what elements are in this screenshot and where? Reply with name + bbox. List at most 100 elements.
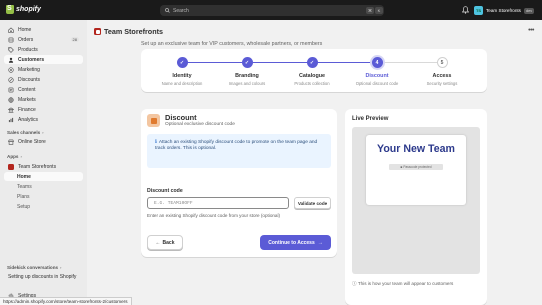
step-access[interactable]: 5 Access Security settings bbox=[406, 57, 478, 86]
info-banner: ℹ Attach an existing Shopify discount cod… bbox=[147, 134, 331, 168]
step-catalogue[interactable]: ✓ Catalogue Products collection bbox=[276, 57, 348, 86]
store-switcher[interactable]: TS Team Storefronts dev bbox=[474, 5, 537, 16]
sidekick-header[interactable]: Sidekick conversations › bbox=[7, 265, 61, 270]
step-number: 5 bbox=[436, 57, 448, 68]
step-title: Access bbox=[432, 73, 452, 79]
sidebar-item-label: Finance bbox=[18, 106, 36, 113]
info-text: Attach an existing Shopify discount code… bbox=[155, 140, 318, 152]
sidebar-item-content[interactable]: Content bbox=[4, 85, 83, 94]
sidebar-item-label: Team Storefronts bbox=[18, 163, 57, 170]
preview-heading: Your New Team bbox=[377, 143, 455, 155]
step-discount[interactable]: 4 Discount Optional discount code bbox=[341, 57, 413, 86]
storefront-icon bbox=[8, 139, 14, 145]
discount-icon bbox=[147, 114, 160, 127]
search-placeholder: Search bbox=[173, 7, 189, 14]
status-bar-url: https://admin.shopify.com/store/team-sto… bbox=[0, 297, 132, 305]
more-actions-icon[interactable]: ••• bbox=[528, 27, 534, 34]
sidebar-item-label: Markets bbox=[18, 96, 36, 103]
sidebar-item-label: Home bbox=[18, 26, 32, 33]
sidebar-item-team-storefronts[interactable]: Team Storefronts bbox=[4, 162, 83, 171]
sidebar: Home Orders 28 Products Customers Market… bbox=[0, 20, 87, 305]
step-title: Branding bbox=[235, 73, 259, 79]
step-subtitle: Name and description bbox=[161, 80, 203, 86]
sales-channels-label: Sales channels bbox=[7, 130, 41, 135]
step-subtitle: Products collection bbox=[294, 80, 330, 86]
apps-label: Apps bbox=[7, 154, 19, 159]
sidebar-item-products[interactable]: Products bbox=[4, 45, 83, 54]
discount-card: Discount Optional exclusive discount cod… bbox=[141, 109, 337, 257]
discount-code-help: Enter an existing Shopify discount code … bbox=[147, 213, 281, 218]
step-subtitle: Security settings bbox=[426, 80, 458, 86]
globe-icon bbox=[8, 96, 14, 103]
sidebar-item-label: Orders bbox=[18, 36, 34, 43]
sidebar-item-orders[interactable]: Orders 28 bbox=[4, 35, 83, 44]
step-title: Catalogue bbox=[298, 73, 326, 79]
sidebar-item-analytics[interactable]: Analytics bbox=[4, 115, 83, 124]
check-icon: ✓ bbox=[306, 57, 318, 68]
sidebar-item-markets[interactable]: Markets bbox=[4, 95, 83, 104]
top-bar: shopify Search ⌘ K TS Team Storefronts d… bbox=[0, 0, 542, 20]
search-icon bbox=[165, 8, 170, 13]
discount-code-input[interactable]: E.G. TEAM10OFF bbox=[147, 197, 289, 209]
dev-badge: dev bbox=[523, 7, 535, 14]
preview-note: ⓘ This is how your team will appear to c… bbox=[352, 281, 453, 287]
sidebar-item-home[interactable]: Home bbox=[4, 25, 83, 34]
sidebar-subitem-setup[interactable]: Setup bbox=[4, 202, 83, 211]
apps-header[interactable]: Apps › bbox=[7, 154, 22, 159]
preview-frame: Your New Team ■ Passcode protected bbox=[352, 127, 480, 274]
discount-icon bbox=[8, 76, 14, 83]
passcode-field: ■ Passcode protected bbox=[389, 164, 443, 170]
step-subtitle: Images and colours bbox=[228, 80, 266, 86]
sidebar-item-label: Marketing bbox=[18, 66, 40, 73]
sidebar-item-finance[interactable]: Finance bbox=[4, 105, 83, 114]
info-icon: ⓘ bbox=[352, 281, 357, 286]
store-avatar: TS bbox=[474, 6, 483, 15]
sidebar-subitem-home[interactable]: Home bbox=[4, 172, 83, 181]
continue-button[interactable]: Continue to Access → bbox=[260, 235, 331, 250]
live-preview-card: Live Preview Your New Team ■ Passcode pr… bbox=[345, 109, 487, 305]
sidebar-item-discounts[interactable]: Discounts bbox=[4, 75, 83, 84]
sidebar-item-online-store[interactable]: Online Store bbox=[4, 137, 83, 146]
sidekick-conversation-item[interactable]: Setting up discounts in Shopify bbox=[4, 272, 83, 281]
passcode-label: Passcode protected bbox=[403, 165, 432, 169]
shopify-logo[interactable]: shopify bbox=[6, 5, 41, 14]
sidebar-subitem-teams[interactable]: Teams bbox=[4, 182, 83, 191]
shortcut-k-key: K bbox=[375, 7, 383, 14]
team-storefronts-app-icon bbox=[94, 28, 101, 35]
step-branding[interactable]: ✓ Branding Images and colours bbox=[211, 57, 283, 86]
step-identity[interactable]: ✓ Identity Name and description bbox=[146, 57, 218, 86]
preview-note-text: This is how your team will appear to cus… bbox=[357, 281, 454, 286]
person-icon bbox=[8, 57, 14, 63]
validate-code-button[interactable]: Validate code bbox=[294, 197, 331, 209]
discount-code-label: Discount code bbox=[147, 188, 183, 194]
page-intro: Set up an exclusive team for VIP custome… bbox=[141, 41, 323, 47]
sidebar-subitem-plans[interactable]: Plans bbox=[4, 192, 83, 201]
step-subtitle: Optional discount code bbox=[355, 80, 399, 86]
sidebar-item-label: Online Store bbox=[18, 138, 46, 145]
chevron-right-icon: › bbox=[60, 265, 62, 270]
tag-icon bbox=[8, 46, 14, 53]
bell-icon[interactable] bbox=[462, 6, 469, 14]
continue-button-label: Continue to Access bbox=[268, 239, 315, 246]
sidebar-item-customers[interactable]: Customers bbox=[4, 55, 83, 64]
setup-stepper: ✓ Identity Name and description ✓ Brandi… bbox=[141, 49, 487, 92]
store-name: Team Storefronts bbox=[486, 8, 521, 13]
sidekick-label: Sidekick conversations bbox=[7, 265, 59, 270]
chevron-right-icon: › bbox=[42, 130, 44, 135]
step-title: Identity bbox=[172, 73, 192, 79]
back-button-label: Back bbox=[162, 239, 175, 246]
main-content: Team Storefronts ••• Set up an exclusive… bbox=[87, 20, 542, 305]
live-preview-title: Live Preview bbox=[352, 116, 389, 122]
orders-count-badge: 28 bbox=[70, 36, 79, 42]
brand-name: shopify bbox=[16, 6, 41, 13]
check-icon: ✓ bbox=[241, 57, 253, 68]
back-button[interactable]: ← Back bbox=[147, 235, 183, 250]
target-icon bbox=[8, 66, 14, 73]
search-bar[interactable]: Search ⌘ K bbox=[160, 5, 384, 16]
lock-icon: ■ bbox=[400, 165, 403, 169]
sales-channels-header[interactable]: Sales channels › bbox=[7, 130, 44, 135]
sidebar-item-marketing[interactable]: Marketing bbox=[4, 65, 83, 74]
sidebar-item-label: Products bbox=[18, 46, 38, 53]
sidebar-item-label: Customers bbox=[18, 56, 45, 63]
home-icon bbox=[8, 27, 14, 33]
